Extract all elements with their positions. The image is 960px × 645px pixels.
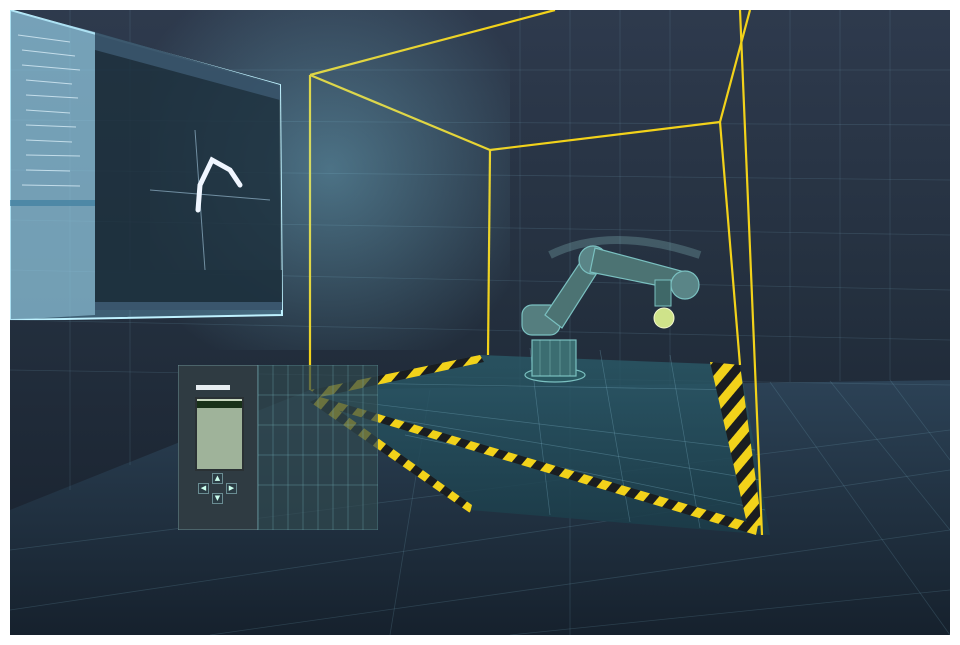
plc-display-line <box>197 408 242 415</box>
plc-down-button[interactable]: ▼ <box>212 493 223 504</box>
plc-right-button[interactable]: ▶ <box>226 483 237 494</box>
plc-display <box>195 397 244 471</box>
illustration-scene: ▲ ◀ ▶ ▼ <box>10 10 950 635</box>
projected-software-screen <box>10 10 284 320</box>
plc-up-button[interactable]: ▲ <box>212 473 223 484</box>
project-tree-panel <box>10 10 95 320</box>
plc-display-line <box>197 415 242 422</box>
plc-left-button[interactable]: ◀ <box>198 483 209 494</box>
status-bar <box>95 302 282 310</box>
plc-brand-plate <box>196 385 230 390</box>
plc-display-line <box>197 401 242 408</box>
plc-display-line <box>197 422 242 429</box>
plc-controller: ▲ ◀ ▶ ▼ <box>178 365 378 530</box>
